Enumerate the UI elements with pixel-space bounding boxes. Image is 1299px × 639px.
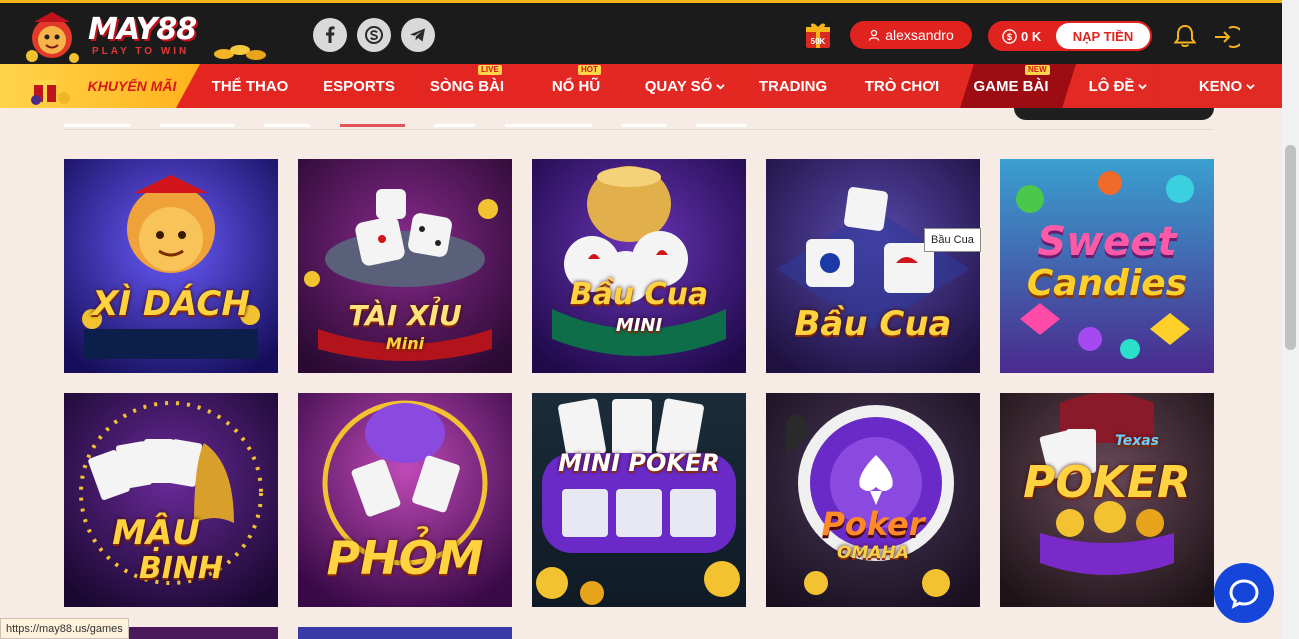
svg-text:$: $ — [1007, 31, 1013, 41]
user-icon — [869, 29, 880, 41]
brand-name: MAY88 — [88, 12, 197, 47]
category-tab[interactable] — [64, 124, 130, 127]
nav-promotions[interactable]: KHUYẾN MÃI — [88, 64, 177, 108]
hover-tooltip: Bầu Cua — [924, 228, 981, 252]
live-badge: LIVE — [478, 65, 502, 75]
deposit-button[interactable]: NẠP TIỀN — [1056, 23, 1150, 49]
nav-casino-label: SÒNG BÀI — [429, 77, 505, 95]
scrollbar-thumb[interactable] — [1285, 145, 1296, 350]
facebook-icon[interactable] — [313, 18, 347, 52]
user-account-button[interactable]: alexsandro — [850, 21, 972, 49]
hot-badge: HOT — [578, 65, 601, 75]
nav-lottery-label: QUAY SỐ — [644, 77, 713, 95]
nav-trading[interactable]: TRADING — [756, 64, 830, 108]
chevron-down-icon — [716, 83, 726, 90]
poker-omaha-artwork — [766, 393, 980, 607]
live-chat-button[interactable] — [1214, 563, 1274, 623]
game-subtitle: MINI — [615, 315, 663, 336]
nav-lode[interactable]: LÔ ĐỀ — [1086, 64, 1150, 108]
category-tab[interactable] — [622, 124, 666, 127]
gift-badge-text: 50K — [811, 37, 826, 46]
coin-icon: $ — [1002, 28, 1017, 44]
game-title: MẬU — [112, 513, 200, 553]
nav-slots-label: NỔ HŨ — [551, 77, 601, 95]
nav-lode-label: LÔ ĐỀ — [1088, 77, 1135, 95]
nav-lottery[interactable]: QUAY SỐ — [640, 64, 730, 108]
bell-icon[interactable] — [1172, 23, 1198, 49]
game-title: Bầu Cua — [569, 277, 709, 312]
page-scrollbar[interactable] — [1282, 0, 1299, 639]
top-header: MAY88 PLAY TO WIN 50K alexsandro $ 0 K N… — [0, 0, 1282, 64]
game-title: POKER — [1023, 457, 1191, 508]
game-card-sweet-candies[interactable]: Sweet Candies — [1000, 159, 1214, 373]
category-tab[interactable] — [434, 124, 475, 127]
game-card-mau-binh[interactable]: MẬU BINH — [64, 393, 278, 607]
chevron-down-icon — [1138, 83, 1148, 90]
brand-tagline: PLAY TO WIN — [92, 46, 190, 57]
promo-gift-icon — [31, 80, 70, 105]
category-tab[interactable] — [696, 124, 746, 127]
username: alexsandro — [885, 27, 954, 43]
category-tab[interactable] — [505, 124, 592, 127]
game-card-bau-cua[interactable]: Bầu Cua — [766, 159, 980, 373]
skype-icon[interactable] — [357, 18, 391, 52]
game-title: XÌ DÁCH — [92, 284, 250, 324]
game-title: Sweet — [1037, 219, 1177, 265]
bau-cua-mini-artwork — [532, 159, 746, 373]
game-subtitle: Candies — [1026, 263, 1188, 304]
nav-keno-label: KENO — [1198, 77, 1243, 95]
game-card-texas-poker[interactable]: Texas POKER — [1000, 393, 1214, 607]
game-card-phom[interactable]: PHỎM — [298, 393, 512, 607]
game-subtitle: BINH — [138, 551, 224, 586]
chevron-down-icon — [1246, 83, 1255, 90]
game-card-bau-cua-mini[interactable]: Bầu Cua MINI — [532, 159, 746, 373]
game-subtitle: Mini — [385, 334, 425, 353]
game-card-partial[interactable] — [298, 627, 512, 639]
game-subtitle: OMAHA — [837, 543, 909, 563]
nav-games[interactable]: TRÒ CHƠI — [862, 64, 942, 108]
game-title: Bầu Cua — [794, 304, 952, 344]
chat-bubble-icon — [1229, 579, 1259, 609]
nav-card-games-label: GAME BÀI — [973, 77, 1049, 95]
xi-dach-artwork — [64, 159, 278, 373]
nav-esports[interactable]: ESPORTS — [322, 64, 396, 108]
category-tab-active[interactable] — [340, 124, 405, 127]
mascot-icon — [26, 12, 79, 63]
nav-sports[interactable]: THỂ THAO — [210, 64, 290, 108]
game-card-xi-dach[interactable]: XÌ DÁCH — [64, 159, 278, 373]
status-bar-url: https://may88.us/games — [0, 618, 129, 639]
game-card-poker-omaha[interactable]: Poker OMAHA — [766, 393, 980, 607]
category-tab[interactable] — [160, 124, 234, 127]
may88-logo[interactable]: MAY88 PLAY TO WIN — [22, 8, 272, 64]
category-tab[interactable] — [264, 124, 310, 127]
gift-50k-icon[interactable]: 50K — [803, 20, 833, 50]
game-subtitle: Texas — [1114, 433, 1160, 449]
game-title: PHỎM — [326, 531, 484, 585]
balance-display[interactable]: $ 0 K — [988, 29, 1056, 44]
new-badge: NEW — [1025, 65, 1050, 75]
telegram-icon[interactable] — [401, 18, 435, 52]
coins-icon — [214, 45, 266, 60]
search-box[interactable] — [1014, 108, 1214, 120]
partial-artwork — [298, 627, 512, 639]
balance-amount: 0 K — [1021, 28, 1042, 44]
game-title: Poker — [821, 505, 925, 543]
game-card-tai-xiu[interactable]: TÀI XỈU Mini — [298, 159, 512, 373]
game-title: TÀI XỈU — [348, 299, 462, 332]
wallet: $ 0 K NẠP TIỀN — [988, 21, 1152, 51]
game-title: MINI POKER — [558, 449, 720, 477]
main-nav: KHUYẾN MÃI THỂ THAO ESPORTS SÒNG BÀI LIV… — [0, 64, 1282, 108]
nav-keno[interactable]: KENO — [1196, 64, 1258, 108]
game-card-mini-poker[interactable]: MINI POKER — [532, 393, 746, 607]
logout-icon[interactable] — [1212, 23, 1240, 51]
mini-poker-artwork — [532, 393, 746, 607]
